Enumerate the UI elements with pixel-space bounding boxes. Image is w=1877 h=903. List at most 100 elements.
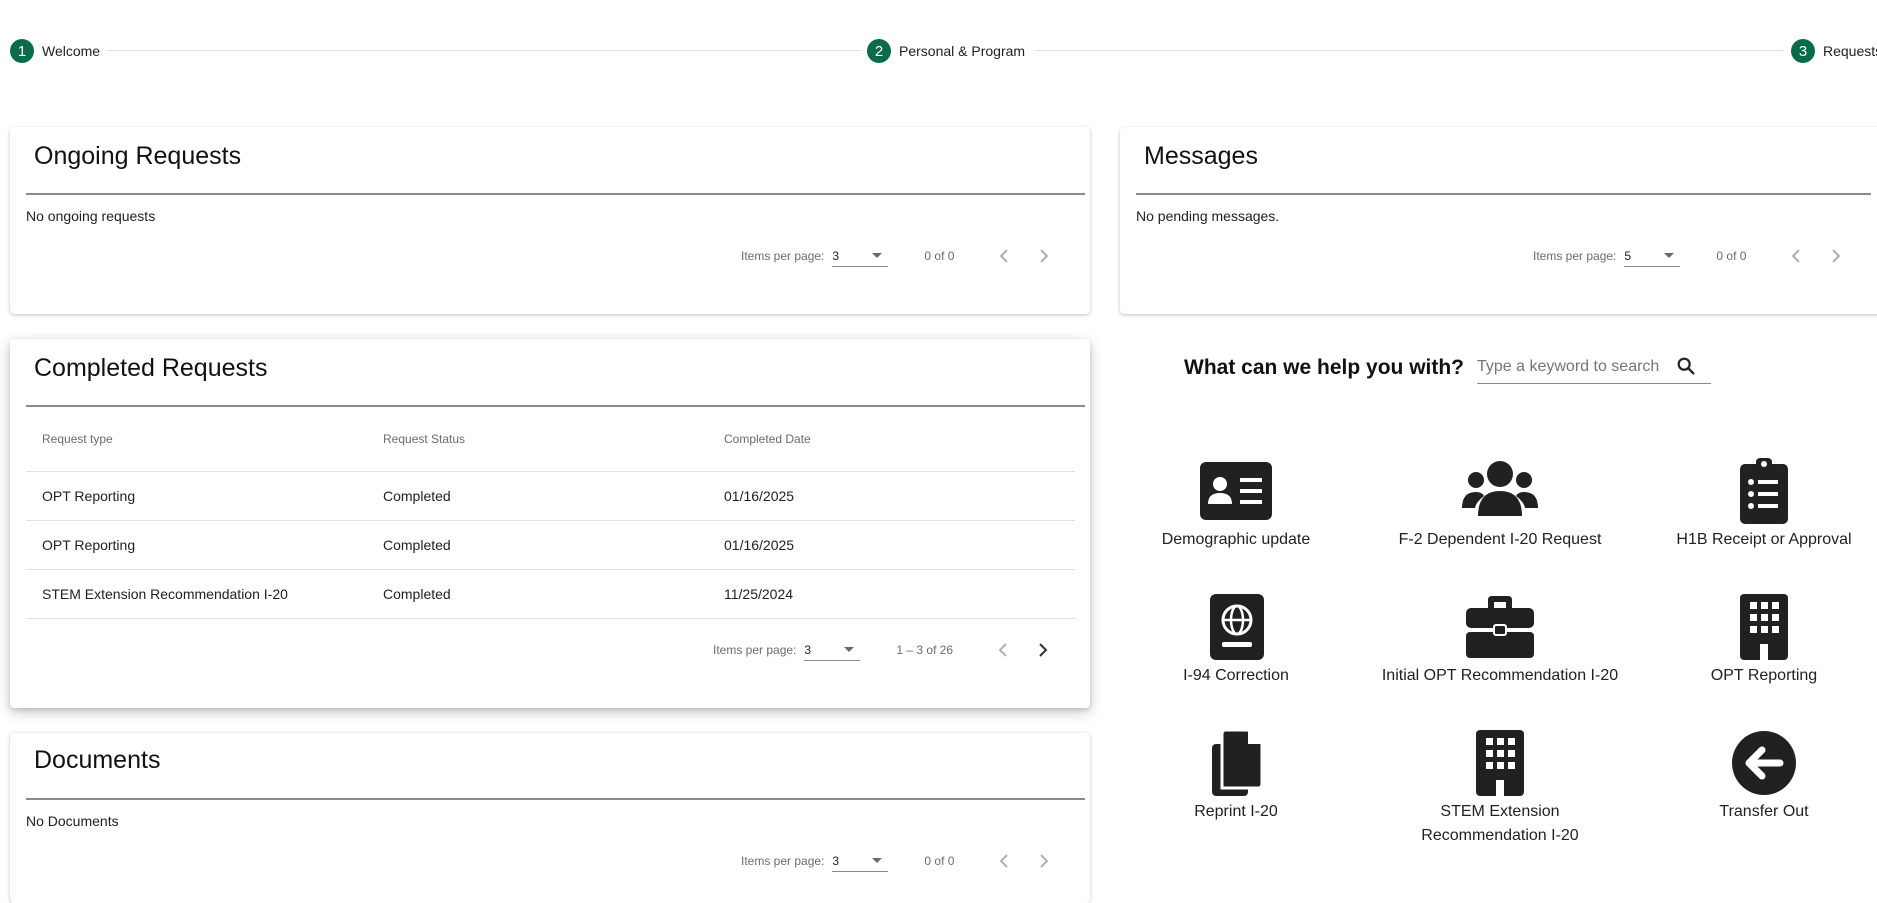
tile-i94-correction[interactable]: I-94 Correction xyxy=(1106,594,1366,688)
request-type-cell: OPT Reporting xyxy=(42,488,136,504)
step-label: Welcome xyxy=(42,43,101,59)
completed-date-cell: 01/16/2025 xyxy=(724,488,795,504)
tile-transfer-out[interactable]: Transfer Out xyxy=(1634,730,1877,824)
copy-icon xyxy=(1212,730,1264,796)
card-title: Messages xyxy=(1144,142,1258,170)
next-page-button[interactable] xyxy=(1034,246,1054,266)
completed-date-cell: 01/16/2025 xyxy=(724,537,795,553)
tile-label: Reprint I-20 xyxy=(1194,803,1278,820)
tile-h1b-receipt-or-approval[interactable]: H1B Receipt or Approval xyxy=(1634,458,1877,552)
step-number: 3 xyxy=(1791,39,1815,63)
tile-label: Demographic update xyxy=(1161,531,1311,548)
next-page-button[interactable] xyxy=(1033,640,1053,660)
paginator: Items per page: 3 0 of 0 xyxy=(741,245,1054,267)
step-connector xyxy=(106,50,862,51)
building-icon xyxy=(1476,730,1524,796)
previous-page-button[interactable] xyxy=(994,246,1014,266)
tile-demographic-update[interactable]: Demographic update xyxy=(1106,458,1366,552)
step-label: Personal & Program xyxy=(899,43,1026,59)
request-status-cell: Completed xyxy=(383,488,451,504)
items-per-page-select[interactable]: 3 xyxy=(832,245,889,267)
column-header-completed-date[interactable]: Completed Date xyxy=(724,432,811,446)
help-heading: What can we help you with? xyxy=(1184,356,1465,379)
step-welcome[interactable]: 1 Welcome xyxy=(10,39,100,63)
table-header: Request type Request Status Completed Da… xyxy=(26,407,1075,472)
range-label: 0 of 0 xyxy=(924,249,955,263)
chevron-right-icon xyxy=(1040,854,1049,868)
card-title: Ongoing Requests xyxy=(34,142,242,170)
items-per-page-label: Items per page: xyxy=(713,643,797,657)
step-requests[interactable]: 3 Requests xyxy=(1791,39,1877,63)
tile-f2-dependent-i20-request[interactable]: F-2 Dependent I-20 Request xyxy=(1370,458,1630,552)
caret-down-icon xyxy=(872,858,883,863)
items-per-page-label: Items per page: xyxy=(741,249,825,263)
table-row[interactable]: OPT Reporting Completed 01/16/2025 xyxy=(26,521,1075,570)
ongoing-requests-card: Ongoing Requests No ongoing requests Ite… xyxy=(10,127,1090,314)
tile-reprint-i20[interactable]: Reprint I-20 xyxy=(1106,730,1366,824)
items-per-page-select[interactable]: 5 xyxy=(1624,245,1681,267)
empty-message: No Documents xyxy=(26,813,119,829)
column-header-request-status[interactable]: Request Status xyxy=(383,432,465,446)
completed-date-cell: 11/25/2024 xyxy=(724,586,794,602)
items-per-page-label: Items per page: xyxy=(1533,249,1617,263)
request-type-cell: STEM Extension Recommendation I-20 xyxy=(42,586,288,602)
range-label: 0 of 0 xyxy=(1716,249,1747,263)
caret-down-icon xyxy=(844,647,855,652)
building-icon xyxy=(1740,594,1788,660)
help-search xyxy=(1477,352,1711,384)
tile-initial-opt-recommendation-i20[interactable]: Initial OPT Recommendation I-20 xyxy=(1370,594,1630,688)
previous-page-button[interactable] xyxy=(993,640,1013,660)
tile-label: I-94 Correction xyxy=(1183,667,1289,684)
range-label: 0 of 0 xyxy=(924,854,955,868)
chevron-left-icon xyxy=(998,643,1007,657)
tile-stem-extension-recommendation-i20[interactable]: STEM Extension Recommendation I-20 xyxy=(1370,730,1630,848)
previous-page-button[interactable] xyxy=(994,851,1014,871)
users-icon xyxy=(1462,461,1538,516)
empty-message: No ongoing requests xyxy=(26,208,156,224)
tile-label: Transfer Out xyxy=(1719,803,1809,820)
items-per-page-value: 5 xyxy=(1624,249,1632,263)
items-per-page-label: Items per page: xyxy=(741,854,825,868)
caret-down-icon xyxy=(872,253,883,258)
paginator: Items per page: 3 1 – 3 of 26 xyxy=(713,639,1053,661)
passport-icon xyxy=(1210,594,1264,660)
tile-label: H1B Receipt or Approval xyxy=(1676,531,1852,548)
step-number: 2 xyxy=(867,39,891,63)
stepper: 1 Welcome 2 Personal & Program 3 Request… xyxy=(0,0,1877,100)
step-connector xyxy=(1034,50,1784,51)
step-label: Requests xyxy=(1823,43,1877,59)
chevron-left-icon xyxy=(1792,249,1801,263)
step-number: 1 xyxy=(10,39,34,63)
table-row[interactable]: STEM Extension Recommendation I-20 Compl… xyxy=(26,570,1075,619)
search-input[interactable] xyxy=(1477,356,1677,378)
tile-opt-reporting[interactable]: OPT Reporting xyxy=(1634,594,1877,688)
next-page-button[interactable] xyxy=(1034,851,1054,871)
empty-message: No pending messages. xyxy=(1136,208,1280,224)
paginator: Items per page: 5 0 of 0 xyxy=(1533,245,1846,267)
request-status-cell: Completed xyxy=(383,537,451,553)
items-per-page-value: 3 xyxy=(832,854,840,868)
items-per-page-value: 3 xyxy=(804,643,812,657)
search-icon[interactable] xyxy=(1675,355,1697,377)
items-per-page-value: 3 xyxy=(832,249,840,263)
divider xyxy=(26,193,1085,195)
chevron-left-icon xyxy=(1000,249,1009,263)
tile-label: STEM Extension Recommendation I-20 xyxy=(1421,803,1579,844)
completed-requests-table: Request type Request Status Completed Da… xyxy=(26,407,1075,619)
divider xyxy=(1136,193,1871,195)
id-card-icon xyxy=(1200,462,1272,520)
paginator: Items per page: 3 0 of 0 xyxy=(741,850,1054,872)
documents-card: Documents No Documents Items per page: 3… xyxy=(10,733,1090,903)
table-row[interactable]: OPT Reporting Completed 01/16/2025 xyxy=(26,472,1075,521)
step-personal-program[interactable]: 2 Personal & Program xyxy=(867,39,1025,63)
clipboard-list-icon xyxy=(1740,458,1788,524)
previous-page-button[interactable] xyxy=(1786,246,1806,266)
chevron-right-icon xyxy=(1039,643,1048,657)
divider xyxy=(26,798,1085,800)
column-header-request-type[interactable]: Request type xyxy=(42,432,113,446)
items-per-page-select[interactable]: 3 xyxy=(832,850,889,872)
tile-label: Initial OPT Recommendation I-20 xyxy=(1381,667,1619,684)
chevron-right-icon xyxy=(1040,249,1049,263)
items-per-page-select[interactable]: 3 xyxy=(804,639,861,661)
next-page-button[interactable] xyxy=(1826,246,1846,266)
